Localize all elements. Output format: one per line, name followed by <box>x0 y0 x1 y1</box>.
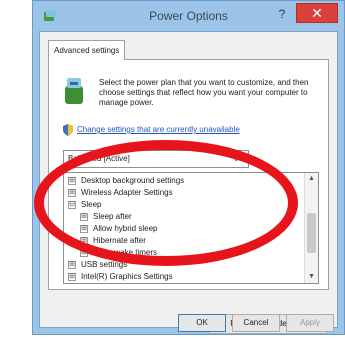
cancel-button[interactable]: Cancel <box>232 314 280 332</box>
expand-icon[interactable]: ⊞ <box>80 224 88 233</box>
power-options-window: Power Options ? ✕ Advanced settings Sele… <box>32 0 345 335</box>
settings-tree[interactable]: ⊞ Desktop background settings ⊞ Wireless A… <box>63 172 319 284</box>
help-button[interactable]: ? <box>272 5 292 23</box>
title-bar[interactable]: Power Options ? ✕ <box>33 1 344 31</box>
expand-icon[interactable]: ⊞ <box>68 188 76 197</box>
tree-item-wireless-adapter[interactable]: ⊞ Wireless Adapter Settings <box>68 187 173 199</box>
tree-item-label: Allow wake timers <box>93 248 158 257</box>
power-plan-select[interactable]: Balanced [Active] ⌄ <box>63 150 249 168</box>
apply-button[interactable]: Apply <box>286 314 334 332</box>
battery-plan-icon <box>65 78 83 104</box>
tree-item-hibernate-after[interactable]: ⊞ Hibernate after <box>80 235 146 247</box>
scroll-down-arrow-icon[interactable]: ▼ <box>305 271 318 283</box>
expand-icon[interactable]: ⊞ <box>68 272 76 281</box>
scroll-thumb[interactable] <box>307 213 316 253</box>
close-button[interactable]: ✕ <box>296 3 338 23</box>
expand-icon[interactable]: ⊞ <box>80 248 88 257</box>
tree-item-usb-settings[interactable]: ⊞ USB settings <box>68 259 127 271</box>
tree-item-allow-hybrid-sleep[interactable]: ⊞ Allow hybrid sleep <box>80 223 157 235</box>
tree-item-intel-graphics[interactable]: ⊞ Intel(R) Graphics Settings <box>68 271 173 283</box>
tab-advanced-settings[interactable]: Advanced settings <box>48 40 126 60</box>
tree-item-sleep-after[interactable]: ⊞ Sleep after <box>80 211 132 223</box>
power-plan-selected-value: Balanced [Active] <box>68 154 130 163</box>
tree-item-desktop-background[interactable]: ⊞ Desktop background settings <box>68 175 184 187</box>
scroll-up-arrow-icon[interactable]: ▲ <box>305 173 318 185</box>
change-settings-link[interactable]: Change settings that are currently unava… <box>77 125 240 134</box>
screenshot-stage: Power Options ? ✕ Advanced settings Sele… <box>0 0 345 339</box>
tree-scrollbar[interactable]: ▲ ▼ <box>304 173 318 283</box>
chevron-down-icon: ⌄ <box>232 153 240 163</box>
uac-shield-icon <box>63 124 73 136</box>
tree-item-label: Allow hybrid sleep <box>93 224 158 233</box>
expand-icon[interactable]: ⊞ <box>68 260 76 269</box>
expand-icon[interactable]: ⊞ <box>80 212 88 221</box>
dialog-client-area: Advanced settings Select the power plan … <box>39 31 338 334</box>
plan-description: Select the power plan that you want to c… <box>99 78 309 107</box>
tree-item-label: Sleep <box>81 200 102 209</box>
collapse-icon[interactable]: ⊟ <box>68 200 76 209</box>
advanced-settings-panel: Select the power plan that you want to c… <box>48 59 329 334</box>
tree-item-label: Desktop background settings <box>81 176 185 185</box>
tree-item-label: Wireless Adapter Settings <box>81 188 173 197</box>
tree-item-sleep[interactable]: ⊟ Sleep <box>68 199 101 211</box>
tree-item-label: Hibernate after <box>93 236 146 245</box>
tree-item-label: Sleep after <box>93 212 132 221</box>
expand-icon[interactable]: ⊞ <box>80 236 88 245</box>
tree-item-label: USB settings <box>81 260 128 269</box>
expand-icon[interactable]: ⊞ <box>68 176 76 185</box>
ok-button[interactable]: OK <box>178 314 226 332</box>
tree-item-allow-wake-timers[interactable]: ⊞ Allow wake timers <box>80 247 157 259</box>
tree-item-label: Intel(R) Graphics Settings <box>81 272 173 281</box>
